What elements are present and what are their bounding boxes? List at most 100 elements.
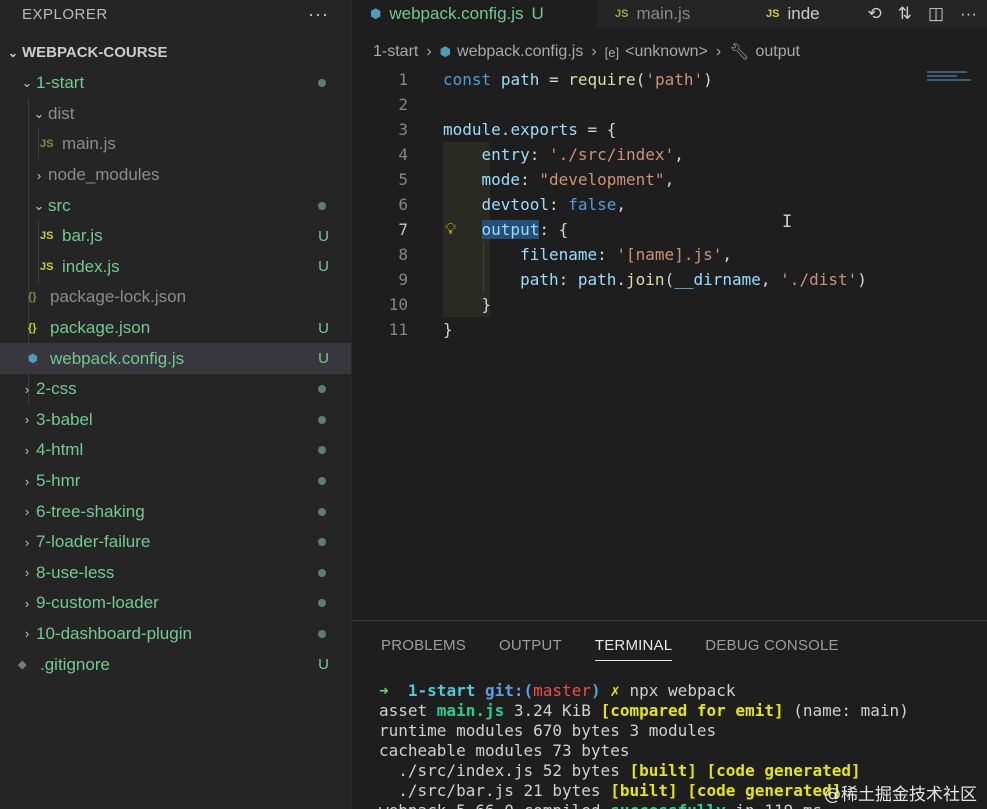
timeline-icon[interactable]: ⟲ <box>867 4 881 24</box>
breadcrumb-symbol[interactable]: <unknown> <box>625 43 708 61</box>
code-line: 5 mode: "development", <box>398 170 675 189</box>
file-bar-js[interactable]: JS bar.js U <box>0 221 351 252</box>
tab-status-badge: U <box>531 4 544 23</box>
tab-index-js[interactable]: JS inde <box>762 0 834 28</box>
modified-dot-icon <box>318 415 326 424</box>
chevron-down-icon: ⌄ <box>33 197 45 213</box>
git-file-icon: ◆ <box>18 659 27 672</box>
modified-dot-icon <box>318 568 326 577</box>
chevron-down-icon: ⌄ <box>33 105 45 121</box>
more-actions-icon[interactable]: ··· <box>960 4 977 24</box>
tab-debug-console[interactable]: DEBUG CONSOLE <box>705 621 838 669</box>
json-file-icon: {} <box>28 322 37 335</box>
folder-5-hmr[interactable]: › 5-hmr <box>0 466 351 497</box>
code-line: 9 path: path.join(__dirname, './dist') <box>398 270 867 289</box>
terminal-line: cacheable modules 73 bytes <box>379 741 630 760</box>
folder-1-start[interactable]: ⌄ 1-start <box>0 68 351 99</box>
source-control-compare-icon[interactable]: ⇅ <box>898 4 912 24</box>
untracked-badge: U <box>318 319 329 337</box>
bottom-panel: PROBLEMS OUTPUT TERMINAL DEBUG CONSOLE ➜… <box>352 620 987 809</box>
breadcrumb-folder[interactable]: 1-start <box>373 43 418 61</box>
tab-webpack-config-js[interactable]: ⬢ webpack.config.js U <box>352 0 597 28</box>
file-tree: ⌄ 1-start ⌄ dist JS main.js › node_modul… <box>0 68 351 680</box>
modified-dot-icon <box>318 201 326 210</box>
folder-3-babel[interactable]: › 3-babel <box>0 405 351 436</box>
code-line: 11 } <box>388 320 453 339</box>
workspace-title: WEBPACK-COURSE <box>22 44 168 61</box>
code-line: 6 devtool: false, <box>398 195 627 214</box>
folder-src[interactable]: ⌄ src <box>0 190 351 221</box>
tab-output[interactable]: OUTPUT <box>499 621 562 669</box>
file-webpack-config-js[interactable]: ⬢ webpack.config.js U <box>0 343 351 374</box>
js-file-icon: JS <box>40 230 54 243</box>
untracked-badge: U <box>318 227 329 245</box>
chevron-right-icon: › <box>24 565 30 581</box>
modified-dot-icon <box>318 629 326 638</box>
file-gitignore[interactable]: ◆ .gitignore U <box>0 649 351 680</box>
workspace-section[interactable]: ⌄ WEBPACK-COURSE <box>0 37 351 68</box>
chevron-right-icon: › <box>24 412 30 428</box>
code-editor[interactable]: I 1 const path = require('path') 2 3 mod… <box>352 67 987 617</box>
code-line: 10 } <box>388 295 492 314</box>
code-line: 2 <box>398 95 408 114</box>
code-line: 8 filename: '[name].js', <box>398 245 732 264</box>
terminal-line: ➜ 1-start git:(master) ✗ npx webpack <box>379 681 736 700</box>
untracked-badge: U <box>318 656 329 674</box>
explorer-sidebar: EXPLORER ··· ⌄ WEBPACK-COURSE ⌄ 1-start … <box>0 0 352 809</box>
tab-main-js[interactable]: JS main.js <box>597 0 762 28</box>
breadcrumb-property[interactable]: output <box>756 43 800 61</box>
code-line: 1 const path = require('path') <box>398 70 713 89</box>
chevron-right-icon: › <box>24 473 30 489</box>
file-index-js[interactable]: JS index.js U <box>0 252 351 283</box>
folder-node-modules[interactable]: › node_modules <box>0 160 351 191</box>
folder-7-loader-failure[interactable]: › 7-loader-failure <box>0 527 351 558</box>
explorer-header: EXPLORER ··· <box>0 0 351 28</box>
chevron-right-icon: › <box>426 43 432 60</box>
tab-terminal[interactable]: TERMINAL <box>594 621 673 669</box>
modified-dot-icon <box>318 477 326 486</box>
panel-tabs: PROBLEMS OUTPUT TERMINAL DEBUG CONSOLE <box>352 621 987 669</box>
folder-2-css[interactable]: › 2-css <box>0 374 351 405</box>
js-file-icon: JS <box>766 8 780 20</box>
js-file-icon: JS <box>40 260 54 273</box>
untracked-badge: U <box>318 350 329 368</box>
chevron-right-icon: › <box>24 381 30 397</box>
code-line-current: 7 💡︎ output: { <box>398 219 569 239</box>
editor-actions: ⟲ ⇅ ◫ ··· <box>867 0 987 28</box>
js-file-icon: JS <box>40 138 54 151</box>
js-file-icon: JS <box>615 8 629 20</box>
chevron-right-icon: › <box>24 595 30 611</box>
code-line: 3 module.exports = { <box>398 120 617 139</box>
folder-4-html[interactable]: › 4-html <box>0 435 351 466</box>
chevron-right-icon: › <box>24 534 30 550</box>
symbol-variable-icon: [e] <box>604 44 620 60</box>
folder-10-dashboard-plugin[interactable]: › 10-dashboard-plugin <box>0 619 351 650</box>
folder-8-use-less[interactable]: › 8-use-less <box>0 558 351 589</box>
terminal-line: ./src/index.js 52 bytes [built] [code ge… <box>379 761 861 780</box>
breadcrumb: 1-start › ⬢ webpack.config.js › [e] <unk… <box>352 38 800 66</box>
folder-dist[interactable]: ⌄ dist <box>0 99 351 130</box>
breadcrumb-file[interactable]: webpack.config.js <box>457 43 583 61</box>
terminal-line: runtime modules 670 bytes 3 modules <box>379 721 717 740</box>
wrench-icon: 🔧︎ <box>729 44 750 61</box>
chevron-right-icon: › <box>24 626 30 642</box>
folder-9-custom-loader[interactable]: › 9-custom-loader <box>0 588 351 619</box>
chevron-down-icon: ⌄ <box>21 75 33 91</box>
webpack-file-icon: ⬢ <box>439 44 452 59</box>
editor-tabs: ⬢ webpack.config.js U JS main.js JS inde… <box>352 0 987 28</box>
split-editor-icon[interactable]: ◫ <box>928 4 944 24</box>
file-package-lock-json[interactable]: {} package-lock.json <box>0 282 351 313</box>
more-actions-icon[interactable]: ··· <box>308 4 329 25</box>
chevron-right-icon: › <box>24 504 30 520</box>
terminal-line: asset main.js 3.24 KiB [compared for emi… <box>379 701 909 720</box>
chevron-down-icon: ⌄ <box>7 45 19 60</box>
file-main-js[interactable]: JS main.js <box>0 129 351 160</box>
webpack-file-icon: ⬢ <box>28 353 38 366</box>
folder-6-tree-shaking[interactable]: › 6-tree-shaking <box>0 496 351 527</box>
file-package-json[interactable]: {} package.json U <box>0 313 351 344</box>
chevron-right-icon: › <box>24 442 30 458</box>
chevron-right-icon: › <box>36 167 42 183</box>
tab-problems[interactable]: PROBLEMS <box>381 621 466 669</box>
watermark: @稀土掘金技术社区 <box>824 785 977 805</box>
modified-dot-icon <box>318 507 326 516</box>
